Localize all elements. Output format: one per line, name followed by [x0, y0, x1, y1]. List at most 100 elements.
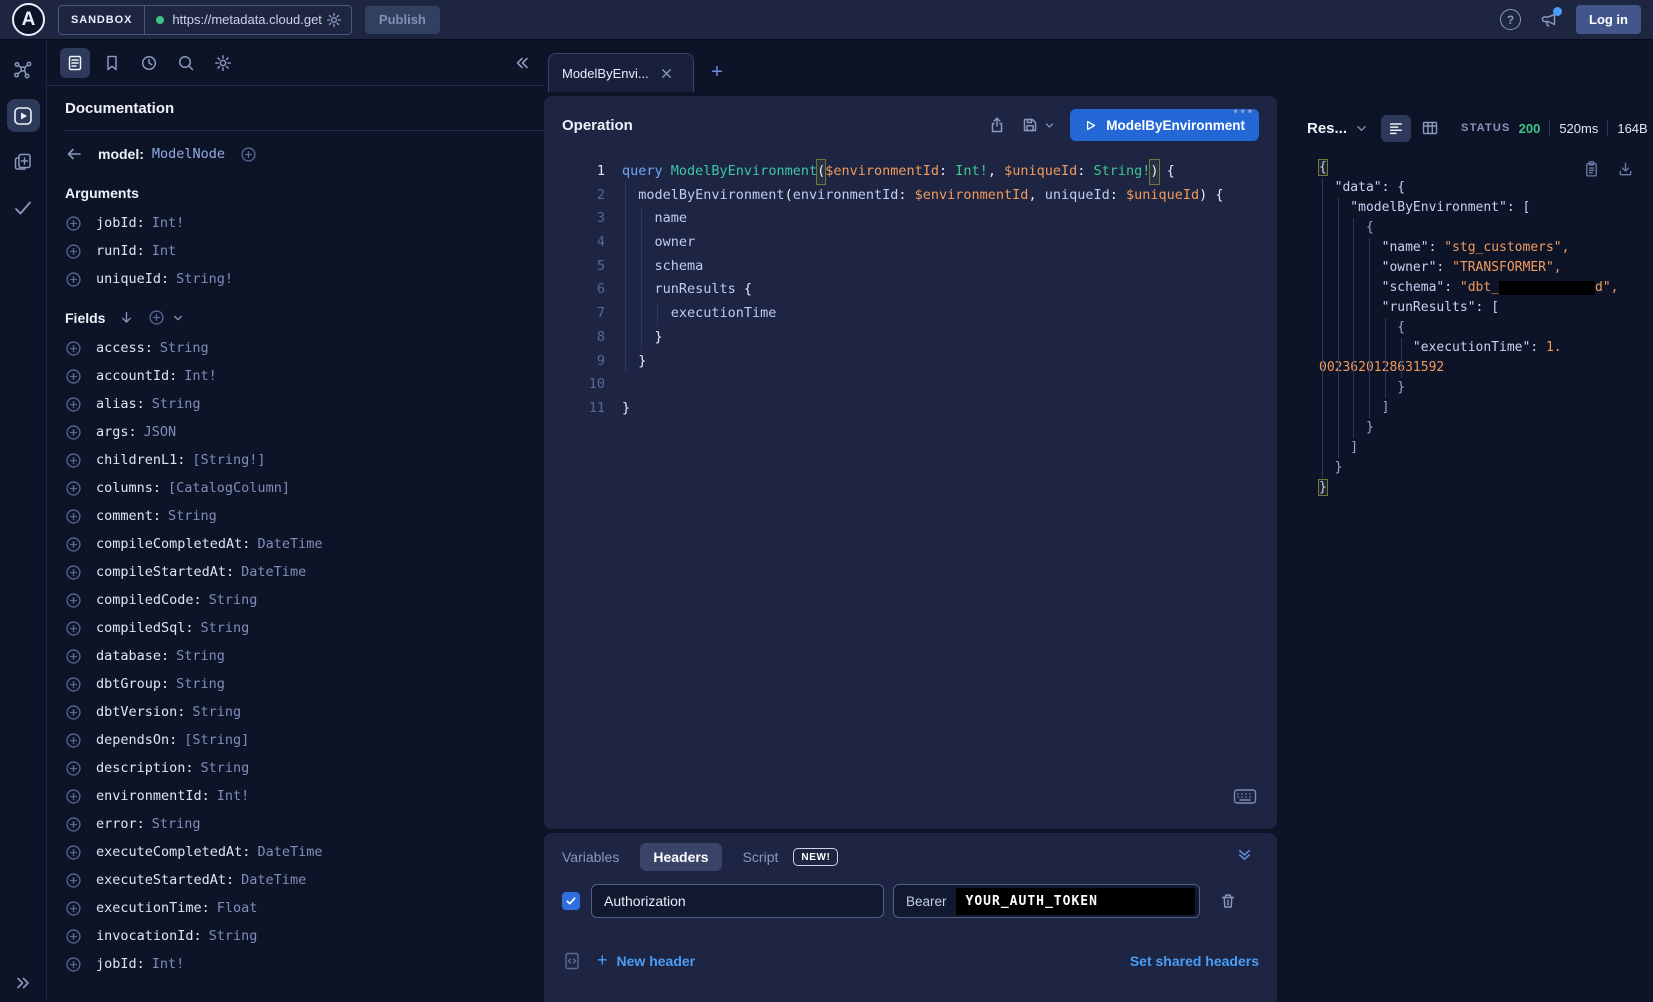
doc-field-row[interactable]: comment: String: [65, 502, 544, 530]
field-type[interactable]: DateTime: [257, 844, 322, 860]
header-enabled-checkbox[interactable]: [562, 892, 580, 910]
run-operation-button[interactable]: ModelByEnvironment: [1070, 109, 1259, 141]
add-to-query-icon[interactable]: [65, 956, 82, 973]
back-arrow-icon[interactable]: [65, 145, 83, 163]
add-to-query-icon[interactable]: [65, 243, 82, 260]
explorer-icon[interactable]: [7, 99, 40, 132]
field-type[interactable]: [String!]: [192, 452, 265, 468]
doc-field-row[interactable]: uniqueId: String!: [65, 265, 544, 293]
add-to-query-icon[interactable]: [65, 788, 82, 805]
doc-field-row[interactable]: compiledSql: String: [65, 614, 544, 642]
doc-field-row[interactable]: executionTime: Float: [65, 894, 544, 922]
doc-field-row[interactable]: invocationId: String: [65, 922, 544, 950]
add-to-query-icon[interactable]: [65, 340, 82, 357]
field-type[interactable]: String: [201, 620, 250, 636]
documentation-tab-icon[interactable]: [60, 48, 90, 78]
header-value-input[interactable]: Bearer YOUR_AUTH_TOKEN: [893, 884, 1200, 918]
graphql-editor[interactable]: 1query ModelByEnvironment($environmentId…: [544, 154, 1277, 829]
doc-field-row[interactable]: access: String: [65, 334, 544, 362]
add-to-query-icon[interactable]: [65, 215, 82, 232]
add-all-fields-icon[interactable]: [148, 309, 165, 326]
add-to-query-icon[interactable]: [65, 900, 82, 917]
response-title[interactable]: Res...: [1307, 120, 1347, 137]
collapse-panel-chevrons-down-icon[interactable]: [1236, 846, 1253, 863]
field-type[interactable]: String: [192, 704, 241, 720]
doc-field-row[interactable]: database: String: [65, 642, 544, 670]
delete-header-trash-icon[interactable]: [1219, 892, 1237, 910]
doc-field-row[interactable]: description: String: [65, 754, 544, 782]
endpoint-url[interactable]: https://metadata.cloud.get: [172, 12, 322, 27]
close-tab-icon[interactable]: [660, 67, 673, 80]
search-icon[interactable]: [171, 48, 201, 78]
doc-field-row[interactable]: jobId: Int!: [65, 209, 544, 237]
doc-field-row[interactable]: dbtVersion: String: [65, 698, 544, 726]
add-to-query-icon[interactable]: [65, 676, 82, 693]
field-type[interactable]: DateTime: [241, 564, 306, 580]
field-type[interactable]: String: [201, 760, 250, 776]
save-menu-chevron-down-icon[interactable]: [1044, 120, 1055, 131]
add-to-query-icon[interactable]: [65, 564, 82, 581]
field-type[interactable]: Float: [217, 900, 258, 916]
field-type[interactable]: String: [152, 396, 201, 412]
add-to-query-icon[interactable]: [65, 424, 82, 441]
add-to-query-icon[interactable]: [65, 480, 82, 497]
table-view-toggle-icon[interactable]: [1415, 115, 1445, 142]
set-shared-headers-link[interactable]: Set shared headers: [1130, 953, 1259, 969]
doc-field-row[interactable]: jobId: Int!: [65, 950, 544, 978]
add-to-query-icon[interactable]: [65, 844, 82, 861]
response-menu-chevron-down-icon[interactable]: [1355, 122, 1368, 135]
field-type[interactable]: String: [176, 676, 225, 692]
doc-field-row[interactable]: error: String: [65, 810, 544, 838]
field-type[interactable]: String: [176, 648, 225, 664]
field-type[interactable]: Int!: [217, 788, 250, 804]
announcements-megaphone-icon[interactable]: [1538, 10, 1559, 30]
field-type[interactable]: DateTime: [241, 872, 306, 888]
crumb-type-link[interactable]: ModelNode: [152, 146, 225, 162]
doc-field-row[interactable]: compileCompletedAt: DateTime: [65, 530, 544, 558]
field-type[interactable]: Int!: [152, 215, 185, 231]
save-operation-group[interactable]: [1021, 116, 1055, 134]
operation-collections-icon[interactable]: [7, 145, 40, 178]
fields-menu-chevron-down-icon[interactable]: [172, 312, 184, 324]
field-type[interactable]: [CatalogColumn]: [168, 480, 290, 496]
raw-view-toggle-icon[interactable]: [1381, 115, 1411, 142]
endpoint-settings-gear-icon[interactable]: [326, 12, 342, 28]
add-to-query-icon[interactable]: [65, 592, 82, 609]
schema-graph-icon[interactable]: [7, 53, 40, 86]
add-to-query-icon[interactable]: [65, 704, 82, 721]
field-type[interactable]: Int!: [184, 368, 217, 384]
add-to-query-icon[interactable]: [65, 368, 82, 385]
add-to-query-icon[interactable]: [65, 732, 82, 749]
add-field-icon[interactable]: [240, 146, 257, 163]
new-header-button[interactable]: + New header: [597, 950, 695, 971]
expand-rail-chevrons-right-icon[interactable]: [14, 974, 32, 992]
saved-operations-bookmark-icon[interactable]: [97, 48, 127, 78]
add-to-query-icon[interactable]: [65, 928, 82, 945]
sandbox-badge[interactable]: SANDBOX: [59, 6, 145, 34]
header-key-input[interactable]: Authorization: [591, 884, 884, 918]
tab-variables[interactable]: Variables: [562, 849, 619, 865]
add-to-query-icon[interactable]: [65, 271, 82, 288]
history-icon[interactable]: [134, 48, 164, 78]
add-to-query-icon[interactable]: [65, 508, 82, 525]
field-type[interactable]: String: [209, 592, 258, 608]
field-type[interactable]: [String]: [184, 732, 249, 748]
shared-script-icon[interactable]: [562, 951, 582, 971]
doc-field-row[interactable]: dbtGroup: String: [65, 670, 544, 698]
add-to-query-icon[interactable]: [65, 816, 82, 833]
add-to-query-icon[interactable]: [65, 452, 82, 469]
field-type[interactable]: String: [168, 508, 217, 524]
new-tab-button[interactable]: +: [694, 53, 740, 92]
field-type[interactable]: JSON: [144, 424, 177, 440]
add-to-query-icon[interactable]: [65, 620, 82, 637]
field-type[interactable]: String!: [176, 271, 233, 287]
response-json[interactable]: { "data": { "modelByEnvironment": [ { "n…: [1307, 158, 1653, 498]
add-to-query-icon[interactable]: [65, 536, 82, 553]
doc-field-row[interactable]: executeStartedAt: DateTime: [65, 866, 544, 894]
doc-field-row[interactable]: accountId: Int!: [65, 362, 544, 390]
field-type[interactable]: DateTime: [257, 536, 322, 552]
add-to-query-icon[interactable]: [65, 648, 82, 665]
doc-field-row[interactable]: environmentId: Int!: [65, 782, 544, 810]
checks-icon[interactable]: [7, 191, 40, 224]
field-type[interactable]: String: [160, 340, 209, 356]
